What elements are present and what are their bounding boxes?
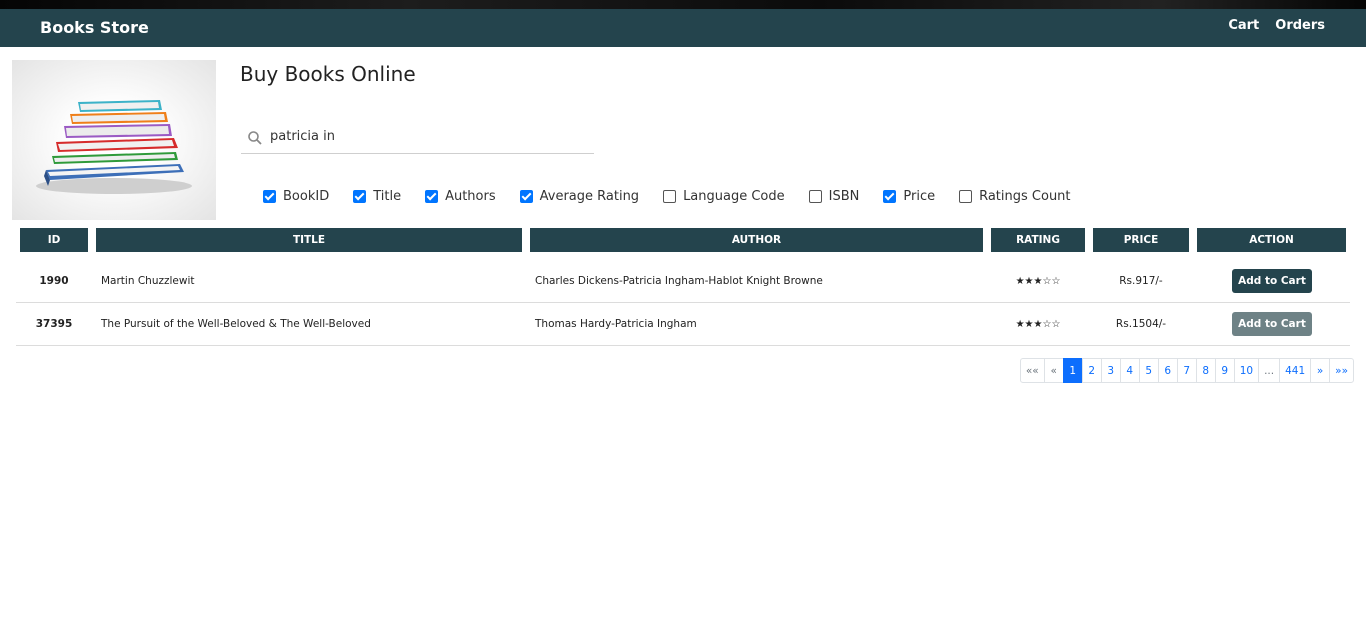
- page-1[interactable]: 1: [1062, 358, 1083, 383]
- filter-ratings-count[interactable]: Ratings Count: [959, 188, 1071, 204]
- filter-label: ISBN: [828, 188, 860, 204]
- add-to-cart-button[interactable]: Add to Cart: [1232, 312, 1312, 336]
- nav-links: Cart Orders: [1228, 18, 1325, 33]
- cell-author: Charles Dickens-Patricia Ingham-Hablot K…: [535, 275, 823, 287]
- filter-language-code[interactable]: Language Code: [663, 189, 785, 204]
- filter-isbn[interactable]: ISBN: [808, 188, 860, 204]
- page-9[interactable]: 9: [1214, 358, 1235, 383]
- cell-rating-stars: ★★★☆☆: [1015, 318, 1061, 330]
- cell-rating-stars: ★★★☆☆: [1015, 275, 1061, 287]
- browser-top-strip: [0, 0, 1366, 9]
- brand-logo[interactable]: Books Store: [40, 18, 149, 37]
- average-rating-checkbox[interactable]: [519, 189, 533, 203]
- language-code-checkbox[interactable]: [663, 189, 677, 203]
- filter-label: BookID: [283, 188, 330, 204]
- book-stack-image: [12, 60, 216, 220]
- search-input[interactable]: [270, 129, 570, 144]
- page-2[interactable]: 2: [1081, 358, 1102, 383]
- header-rating[interactable]: RATING: [991, 228, 1085, 252]
- page-5[interactable]: 5: [1138, 358, 1159, 383]
- page-441[interactable]: 441: [1279, 358, 1312, 383]
- bookid-checkbox[interactable]: [263, 189, 276, 203]
- page-3[interactable]: 3: [1100, 358, 1121, 383]
- navbar: Books Store Cart Orders: [0, 9, 1366, 47]
- header-action: ACTION: [1197, 228, 1346, 252]
- page-4[interactable]: 4: [1119, 358, 1140, 383]
- book-stack-icon: [36, 100, 192, 194]
- cell-id: 37395: [35, 318, 73, 330]
- authors-checkbox[interactable]: [425, 189, 439, 203]
- page-10[interactable]: 10: [1233, 358, 1260, 383]
- cell-title: Martin Chuzzlewit: [101, 275, 195, 287]
- filter-bookid[interactable]: BookID: [263, 189, 329, 204]
- ratings-count-checkbox[interactable]: [959, 189, 973, 203]
- filter-label: Title: [373, 188, 402, 204]
- page-prev[interactable]: «: [1043, 358, 1064, 383]
- table-row: 37395 The Pursuit of the Well-Beloved & …: [16, 303, 1350, 346]
- header-author[interactable]: AUTHOR: [530, 228, 983, 252]
- filter-authors[interactable]: Authors: [425, 189, 496, 204]
- filter-title[interactable]: Title: [353, 189, 401, 204]
- cell-id: 1990: [39, 275, 69, 287]
- cell-author: Thomas Hardy-Patricia Ingham: [535, 318, 697, 330]
- filter-label: Ratings Count: [979, 188, 1071, 204]
- price-checkbox[interactable]: [883, 189, 897, 203]
- filter-average-rating[interactable]: Average Rating: [519, 188, 640, 204]
- cell-price: Rs.1504/-: [1115, 318, 1167, 330]
- column-filters: BookID Title Authors Average Rating Lang…: [263, 187, 1071, 205]
- nav-orders-link[interactable]: Orders: [1275, 18, 1325, 33]
- page-6[interactable]: 6: [1157, 358, 1178, 383]
- page-8[interactable]: 8: [1195, 358, 1216, 383]
- page-ellipsis: ...: [1258, 358, 1281, 383]
- header-title[interactable]: TITLE: [96, 228, 522, 252]
- page-title: Buy Books Online: [240, 62, 416, 86]
- header-id[interactable]: ID: [20, 228, 88, 252]
- page-next[interactable]: »: [1310, 358, 1331, 383]
- filter-label: Authors: [445, 188, 496, 204]
- add-to-cart-button[interactable]: Add to Cart: [1232, 269, 1312, 293]
- nav-cart-link[interactable]: Cart: [1228, 18, 1259, 33]
- page-last[interactable]: »»: [1329, 358, 1354, 383]
- title-checkbox[interactable]: [353, 189, 367, 203]
- isbn-checkbox[interactable]: [808, 189, 822, 203]
- page-7[interactable]: 7: [1176, 358, 1197, 383]
- cell-title: The Pursuit of the Well-Beloved & The We…: [101, 318, 371, 330]
- page-first[interactable]: ««: [1019, 358, 1045, 383]
- filter-label: Language Code: [683, 188, 785, 204]
- filter-label: Price: [903, 188, 936, 204]
- search-icon: [248, 131, 262, 145]
- cell-price: Rs.917/-: [1119, 275, 1163, 287]
- search-bar[interactable]: [241, 124, 594, 154]
- table-row: 1990 Martin Chuzzlewit Charles Dickens-P…: [16, 260, 1350, 303]
- header-price[interactable]: PRICE: [1093, 228, 1189, 252]
- filter-price[interactable]: Price: [883, 189, 935, 204]
- pagination: «« « 1 2 3 4 5 6 7 8 9 10 ... 441 » »»: [1019, 358, 1354, 383]
- filter-label: Average Rating: [539, 188, 640, 204]
